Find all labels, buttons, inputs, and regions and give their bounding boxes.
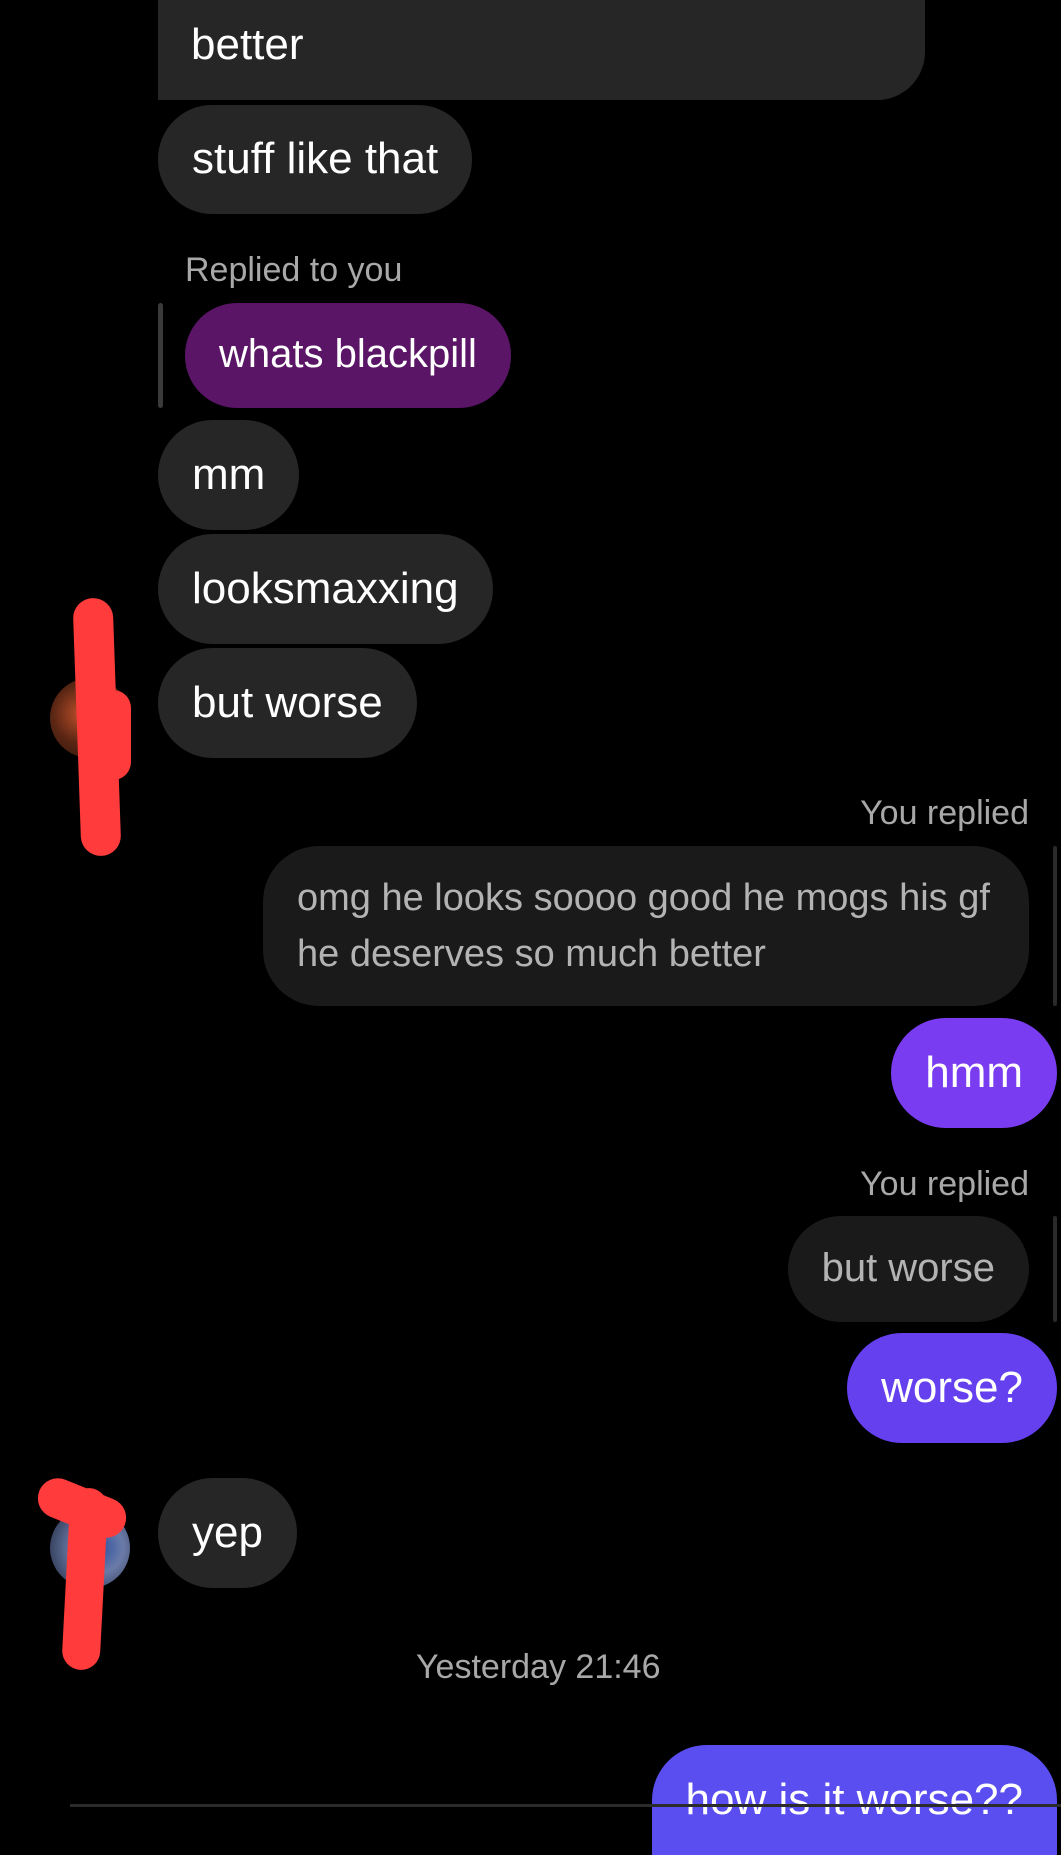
quoted-message-text: omg he looks soooo good he mogs his gf h… [297, 877, 990, 975]
incoming-message-bubble[interactable]: yep [158, 1478, 297, 1588]
quoted-message-bubble[interactable]: whats blackpill [185, 303, 511, 408]
incoming-message-bubble[interactable]: stuff like that [158, 105, 473, 214]
incoming-message-bubble[interactable]: better [158, 0, 925, 100]
incoming-message-bubble[interactable]: mm [158, 420, 300, 530]
message-text: looksmaxxing [192, 564, 459, 613]
message-text: hmm [925, 1048, 1023, 1097]
message-text: yep [192, 1508, 263, 1557]
reply-context-label: You replied [860, 1165, 1029, 1203]
outgoing-message-bubble[interactable]: hmm [891, 1018, 1057, 1128]
message-text: but worse [192, 678, 383, 727]
outgoing-message-bubble[interactable]: how is it worse?? [651, 1745, 1057, 1855]
message-text: mm [192, 450, 266, 499]
reply-indicator-bar [1053, 846, 1057, 1006]
reply-indicator-bar [1053, 1216, 1057, 1322]
quoted-message-bubble[interactable]: omg he looks soooo good he mogs his gf h… [263, 846, 1029, 1006]
quoted-message-text: whats blackpill [219, 332, 477, 376]
message-text: stuff like that [192, 134, 439, 183]
reply-context-label: Replied to you [185, 251, 403, 289]
message-timestamp: Yesterday 21:46 [416, 1648, 661, 1686]
incoming-message-bubble[interactable]: but worse [158, 648, 417, 758]
message-text: worse? [881, 1363, 1023, 1412]
reply-context-label: You replied [860, 794, 1029, 832]
outgoing-message-bubble[interactable]: worse? [847, 1333, 1057, 1443]
incoming-message-bubble[interactable]: looksmaxxing [158, 534, 493, 644]
quoted-message-text: but worse [821, 1246, 995, 1290]
message-text: better [191, 20, 304, 69]
quoted-message-bubble[interactable]: but worse [787, 1216, 1029, 1322]
reply-indicator-bar [158, 303, 163, 408]
message-text: how is it worse?? [685, 1775, 1023, 1824]
redaction-mark [95, 690, 131, 780]
